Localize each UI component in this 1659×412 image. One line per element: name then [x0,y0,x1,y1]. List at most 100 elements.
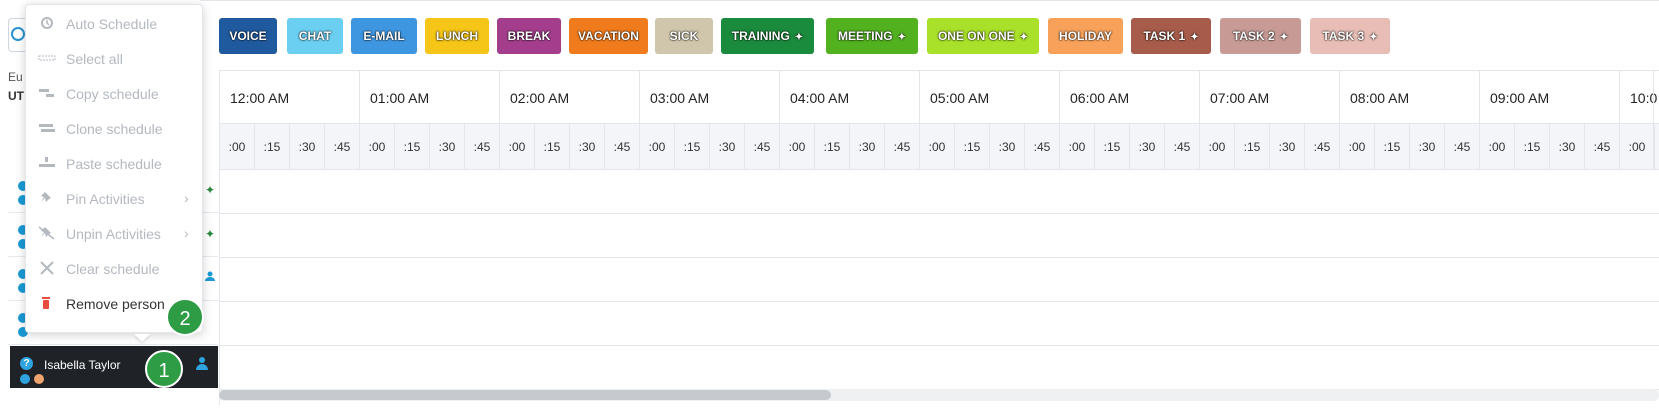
schedule-row[interactable] [220,170,1659,214]
minute-label: :00 [1480,124,1515,170]
legend-one-on-one[interactable]: ONE ON ONE ✦ [927,18,1039,54]
legend-label: TASK 2 [1232,29,1275,43]
menu-item-label: Paste schedule [66,156,162,172]
context-menu-pointer [134,334,150,342]
pin-icon: ✦ [1369,32,1378,43]
minute-label: :30 [290,124,325,170]
user-icon[interactable] [196,357,208,370]
minute-label: :00 [780,124,815,170]
copy-schedule-icon [38,86,56,100]
menu-item-paste-schedule[interactable]: Paste schedule [26,145,204,182]
schedule-row[interactable] [220,302,1659,346]
minute-label: :30 [430,124,465,170]
select-all-icon [38,51,56,65]
minute-label: :15 [815,124,850,170]
minute-label: :00 [360,124,395,170]
schedule-row[interactable] [220,346,1659,390]
menu-item-label: Unpin Activities [66,226,161,242]
legend-label: TRAINING [731,29,790,43]
menu-item-clone-schedule[interactable]: Clone schedule [26,110,204,147]
legend-vacation[interactable]: VACATION [569,18,648,54]
menu-item-label: Remove person [66,296,165,312]
pin-icon: ✦ [205,227,216,241]
hour-label: 12:00 AM [220,71,360,124]
minute-label: :30 [1550,124,1585,170]
chevron-right-icon: › [184,225,189,241]
minute-label: :15 [1095,124,1130,170]
legend-chat[interactable]: CHAT [287,18,343,54]
minute-label: :15 [1655,124,1659,170]
minute-label: :30 [570,124,605,170]
legend-e-mail[interactable]: E-MAIL [351,18,417,54]
person-row-selected[interactable]: ? Isabella Taylor [10,346,218,388]
legend-label: VOICE [229,29,267,43]
minute-label: :15 [395,124,430,170]
schedule-row[interactable] [220,258,1659,302]
minute-label: :00 [920,124,955,170]
step-badge-2: 2 [166,298,204,336]
schedule-row[interactable] [220,214,1659,258]
minute-label: :00 [1340,124,1375,170]
minute-label: :45 [1305,124,1340,170]
menu-item-label: Copy schedule [66,86,159,102]
legend-break[interactable]: BREAK [497,18,561,54]
step-badge-1: 1 [145,350,183,388]
minute-label: :00 [1620,124,1655,170]
minute-label: :00 [640,124,675,170]
legend-task-1[interactable]: TASK 1 ✦ [1131,18,1211,54]
unpin-icon [38,226,56,240]
menu-item-label: Select all [66,51,123,67]
legend-label: TASK 1 [1143,29,1186,43]
menu-item-copy-schedule[interactable]: Copy schedule [26,75,204,112]
pin-icon: ✦ [897,32,907,43]
clone-schedule-icon [38,121,56,135]
minute-label: :45 [605,124,640,170]
minute-label: :15 [675,124,710,170]
minute-label: :45 [465,124,500,170]
legend-holiday[interactable]: HOLIDAY [1048,18,1123,54]
globe-icon [11,27,25,41]
legend-label: BREAK [507,29,551,43]
minute-label: :30 [710,124,745,170]
close-icon [38,261,56,275]
auto-schedule-icon [38,16,56,30]
legend-meeting[interactable]: MEETING ✦ [826,18,918,54]
minute-label: :00 [1060,124,1095,170]
trash-icon [38,296,56,310]
legend-task-2[interactable]: TASK 2 ✦ [1220,18,1301,54]
menu-item-unpin-activities[interactable]: Unpin Activities › [26,215,204,252]
minute-label: :30 [1410,124,1445,170]
legend-label: E-MAIL [363,29,405,43]
menu-item-label: Auto Schedule [66,16,158,32]
minute-label: :15 [1235,124,1270,170]
legend-label: CHAT [298,29,332,43]
legend-label: LUNCH [436,29,478,43]
top-border [200,0,1659,1]
legend-task-3[interactable]: TASK 3 ✦ [1310,18,1390,54]
hour-label: 06:00 AM [1060,71,1200,124]
menu-item-clear-schedule[interactable]: Clear schedule [26,250,204,287]
hour-label: 05:00 AM [920,71,1060,124]
schedule-timeline: 12:00 AM 01:00 AM 02:00 AM 03:00 AM 04:00 AM… [219,70,1659,405]
scrollbar-thumb[interactable] [219,390,831,400]
horizontal-scrollbar[interactable] [219,389,1659,401]
pin-icon: ✦ [794,32,804,43]
minute-label: :45 [885,124,920,170]
status-dot [20,374,30,384]
legend-lunch[interactable]: LUNCH [425,18,489,54]
minute-label: :30 [990,124,1025,170]
menu-item-pin-activities[interactable]: Pin Activities › [26,180,204,217]
hour-label: 07:00 AM [1200,71,1340,124]
menu-item-select-all[interactable]: Select all [26,40,204,77]
hour-label: 04:00 AM [780,71,920,124]
menu-item-auto-schedule[interactable]: Auto Schedule [26,5,204,42]
legend-training[interactable]: TRAINING ✦ [721,18,814,54]
legend-voice[interactable]: VOICE [219,18,277,54]
menu-item-label: Clone schedule [66,121,163,137]
minute-label: :15 [1375,124,1410,170]
minute-label: :45 [1165,124,1200,170]
legend-label: MEETING [837,29,893,43]
minute-label: :45 [1585,124,1620,170]
legend-sick[interactable]: SICK [655,18,713,54]
pin-icon: ✦ [1019,32,1029,43]
